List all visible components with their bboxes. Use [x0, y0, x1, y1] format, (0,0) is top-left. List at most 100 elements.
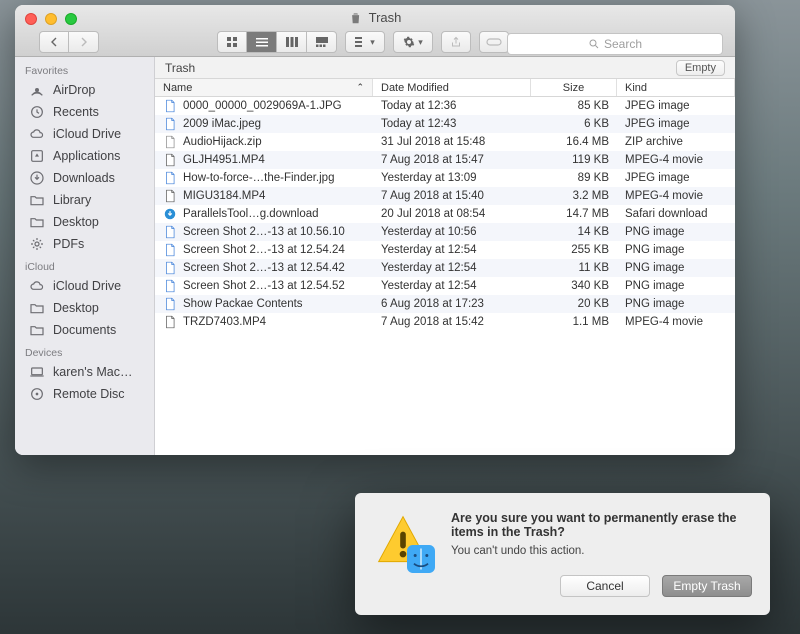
file-name: Screen Shot 2…-13 at 10.56.10 [183, 226, 345, 238]
file-name: Show Packae Contents [183, 298, 303, 310]
column-size[interactable]: Size [531, 79, 617, 96]
location-label: Trash [165, 61, 195, 75]
sidebar[interactable]: FavoritesAirDropRecentsiCloud DriveAppli… [15, 57, 155, 455]
zoom-button[interactable] [65, 13, 77, 25]
file-row[interactable]: ParallelsTool…g.download20 Jul 2018 at 0… [155, 205, 735, 223]
sidebar-item-label: Remote Disc [53, 387, 125, 401]
view-icon-button[interactable] [217, 31, 247, 53]
file-kind: MPEG-4 movie [617, 154, 735, 166]
confirm-dialog: Are you sure you want to permanently era… [355, 493, 770, 615]
finder-window: Trash ▾ ▾ [15, 5, 735, 455]
file-row[interactable]: Screen Shot 2…-13 at 12.54.52Yesterday a… [155, 277, 735, 295]
column-date[interactable]: Date Modified [373, 79, 531, 96]
sidebar-item-icloud-drive[interactable]: iCloud Drive [15, 123, 154, 145]
cloud-icon [29, 126, 45, 142]
folder-icon [29, 300, 45, 316]
file-icon [163, 279, 177, 293]
view-gallery-button[interactable] [307, 31, 337, 53]
sidebar-section-label: Devices [15, 341, 154, 361]
sidebar-item-icloud-drive[interactable]: iCloud Drive [15, 275, 154, 297]
file-kind: PNG image [617, 280, 735, 292]
file-row[interactable]: AudioHijack.zip31 Jul 2018 at 15:4816.4 … [155, 133, 735, 151]
file-icon [163, 315, 177, 329]
file-size: 3.2 MB [531, 190, 617, 202]
sidebar-item-remote-disc[interactable]: Remote Disc [15, 383, 154, 405]
sidebar-item-label: Library [53, 193, 91, 207]
close-button[interactable] [25, 13, 37, 25]
sidebar-item-applications[interactable]: Applications [15, 145, 154, 167]
minimize-button[interactable] [45, 13, 57, 25]
file-kind: ZIP archive [617, 136, 735, 148]
file-icon [163, 117, 177, 131]
dialog-text: You can't undo this action. [451, 545, 752, 557]
file-row[interactable]: 0000_00000_0029069A-1.JPGToday at 12:368… [155, 97, 735, 115]
cancel-button[interactable]: Cancel [560, 575, 650, 597]
sidebar-item-label: Applications [53, 149, 120, 163]
search-input[interactable]: Search [507, 33, 723, 55]
file-size: 6 KB [531, 118, 617, 130]
warning-icon [373, 511, 433, 571]
file-name: ParallelsTool…g.download [183, 208, 319, 220]
back-button[interactable] [39, 31, 69, 53]
file-name: TRZD7403.MP4 [183, 316, 266, 328]
sidebar-item-desktop[interactable]: Desktop [15, 297, 154, 319]
file-size: 1.1 MB [531, 316, 617, 328]
file-size: 89 KB [531, 172, 617, 184]
file-name: How-to-force-…the-Finder.jpg [183, 172, 334, 184]
forward-button[interactable] [69, 31, 99, 53]
sidebar-item-downloads[interactable]: Downloads [15, 167, 154, 189]
file-date: Yesterday at 12:54 [373, 244, 531, 256]
file-size: 119 KB [531, 154, 617, 166]
apps-icon [29, 148, 45, 164]
file-date: Today at 12:36 [373, 100, 531, 112]
file-icon [163, 243, 177, 257]
main-pane: Trash Empty Name⌃ Date Modified Size Kin… [155, 57, 735, 455]
file-size: 14.7 MB [531, 208, 617, 220]
dialog-body: Are you sure you want to permanently era… [451, 511, 752, 597]
share-button[interactable] [441, 31, 471, 53]
group-button[interactable]: ▾ [345, 31, 385, 53]
action-button[interactable]: ▾ [393, 31, 433, 53]
file-name: Screen Shot 2…-13 at 12.54.24 [183, 244, 345, 256]
column-kind[interactable]: Kind [617, 79, 735, 96]
folder-icon [29, 214, 45, 230]
file-row[interactable]: Show Packae Contents6 Aug 2018 at 17:232… [155, 295, 735, 313]
file-row[interactable]: How-to-force-…the-Finder.jpgYesterday at… [155, 169, 735, 187]
file-name: MIGU3184.MP4 [183, 190, 265, 202]
column-name[interactable]: Name⌃ [155, 79, 373, 96]
tags-button[interactable] [479, 31, 509, 53]
window-title: Trash [349, 10, 402, 25]
file-icon [163, 99, 177, 113]
file-row[interactable]: 2009 iMac.jpegToday at 12:436 KBJPEG ima… [155, 115, 735, 133]
file-date: 31 Jul 2018 at 15:48 [373, 136, 531, 148]
file-row[interactable]: TRZD7403.MP47 Aug 2018 at 15:421.1 MBMPE… [155, 313, 735, 331]
sidebar-item-karen-s-mac-[interactable]: karen's Mac… [15, 361, 154, 383]
file-row[interactable]: Screen Shot 2…-13 at 12.54.42Yesterday a… [155, 259, 735, 277]
file-row[interactable]: MIGU3184.MP47 Aug 2018 at 15:403.2 MBMPE… [155, 187, 735, 205]
sidebar-item-desktop[interactable]: Desktop [15, 211, 154, 233]
sidebar-item-documents[interactable]: Documents [15, 319, 154, 341]
file-icon [163, 207, 177, 221]
empty-trash-button[interactable]: Empty [676, 60, 725, 76]
sidebar-item-label: Downloads [53, 171, 115, 185]
file-kind: MPEG-4 movie [617, 316, 735, 328]
sidebar-item-label: Desktop [53, 215, 99, 229]
file-name: Screen Shot 2…-13 at 12.54.52 [183, 280, 345, 292]
empty-trash-confirm-button[interactable]: Empty Trash [662, 575, 752, 597]
sidebar-item-airdrop[interactable]: AirDrop [15, 79, 154, 101]
file-row[interactable]: GLJH4951.MP47 Aug 2018 at 15:47119 KBMPE… [155, 151, 735, 169]
sidebar-item-library[interactable]: Library [15, 189, 154, 211]
file-row[interactable]: Screen Shot 2…-13 at 10.56.10Yesterday a… [155, 223, 735, 241]
sidebar-item-label: Desktop [53, 301, 99, 315]
recents-icon [29, 104, 45, 120]
view-list-button[interactable] [247, 31, 277, 53]
view-column-button[interactable] [277, 31, 307, 53]
sidebar-item-pdfs[interactable]: PDFs [15, 233, 154, 255]
sidebar-item-recents[interactable]: Recents [15, 101, 154, 123]
file-name: 2009 iMac.jpeg [183, 118, 261, 130]
file-icon [163, 297, 177, 311]
sidebar-section-label: iCloud [15, 255, 154, 275]
file-row[interactable]: Screen Shot 2…-13 at 12.54.24 Yesterday a… [155, 241, 735, 259]
file-date: Yesterday at 12:54 [373, 262, 531, 274]
file-list[interactable]: 0000_00000_0029069A-1.JPGToday at 12:368… [155, 97, 735, 455]
